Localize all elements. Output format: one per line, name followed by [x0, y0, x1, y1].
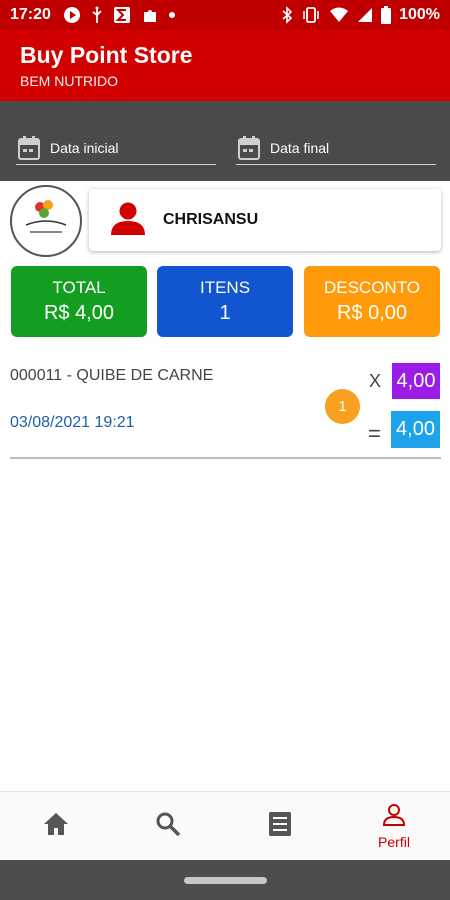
home-gesture-handle[interactable] — [184, 877, 267, 884]
calendar-icon — [238, 135, 260, 160]
multiply-sign: X — [369, 371, 382, 391]
dot-icon — [168, 12, 175, 18]
app-title: Buy Point Store — [20, 42, 193, 68]
nav-search[interactable] — [112, 792, 224, 861]
unit-price: 4,00 — [392, 363, 440, 399]
status-bar: 17:20 100% — [0, 0, 450, 30]
calendar-icon — [18, 135, 40, 160]
equals-sign: = — [368, 421, 381, 446]
nav-home[interactable] — [0, 792, 112, 861]
wifi-icon — [329, 7, 349, 23]
puzzle-icon — [141, 6, 159, 24]
total-card: TOTAL R$ 4,00 — [11, 266, 147, 337]
battery-icon — [381, 6, 392, 24]
app-bar: Buy Point Store BEM NUTRIDO — [0, 30, 450, 101]
itens-card: ITENS 1 — [157, 266, 293, 337]
person-outline-icon — [382, 803, 406, 832]
nav-profile[interactable]: Perfil — [338, 792, 450, 861]
divider — [10, 457, 441, 459]
store-subtitle: BEM NUTRIDO — [20, 73, 118, 89]
battery-percent: 100% — [399, 6, 440, 23]
bluetooth-icon — [281, 6, 293, 24]
nav-orders[interactable] — [224, 792, 336, 861]
vibrate-icon — [301, 6, 321, 24]
bottom-nav: Perfil — [0, 791, 450, 860]
itens-label: ITENS — [199, 278, 251, 297]
total-value: R$ 4,00 — [43, 302, 115, 324]
sigma-icon — [113, 6, 131, 24]
desconto-label: DESCONTO — [323, 278, 421, 297]
start-date-field[interactable]: Data inicial — [16, 131, 216, 165]
itens-value: 1 — [219, 302, 231, 324]
search-icon — [155, 811, 181, 842]
item-datetime: 03/08/2021 19:21 — [10, 414, 135, 431]
store-logo — [10, 185, 82, 257]
item-subtotal: 4,00 — [391, 411, 440, 448]
status-time: 17:20 — [10, 6, 51, 23]
total-label: TOTAL — [52, 278, 106, 297]
start-date-label: Data inicial — [50, 139, 119, 156]
home-icon — [43, 812, 69, 841]
signal-icon — [357, 7, 373, 23]
user-name: CHRISANSU — [163, 211, 259, 228]
usb-icon — [91, 6, 103, 24]
date-filter-bar: Data inicial Data final — [0, 101, 450, 181]
system-nav-bar — [0, 860, 450, 900]
quantity-badge: 1 — [325, 389, 360, 424]
list-icon — [268, 811, 292, 842]
desconto-card: DESCONTO R$ 0,00 — [304, 266, 440, 337]
user-card[interactable]: CHRISANSU — [89, 189, 441, 251]
end-date-label: Data final — [270, 139, 330, 156]
nav-profile-label: Perfil — [378, 834, 410, 850]
person-icon — [109, 201, 147, 240]
item-name: 000011 - QUIBE DE CARNE — [10, 367, 214, 384]
desconto-value: R$ 0,00 — [336, 302, 408, 324]
end-date-field[interactable]: Data final — [236, 131, 436, 165]
play-icon — [63, 6, 81, 24]
